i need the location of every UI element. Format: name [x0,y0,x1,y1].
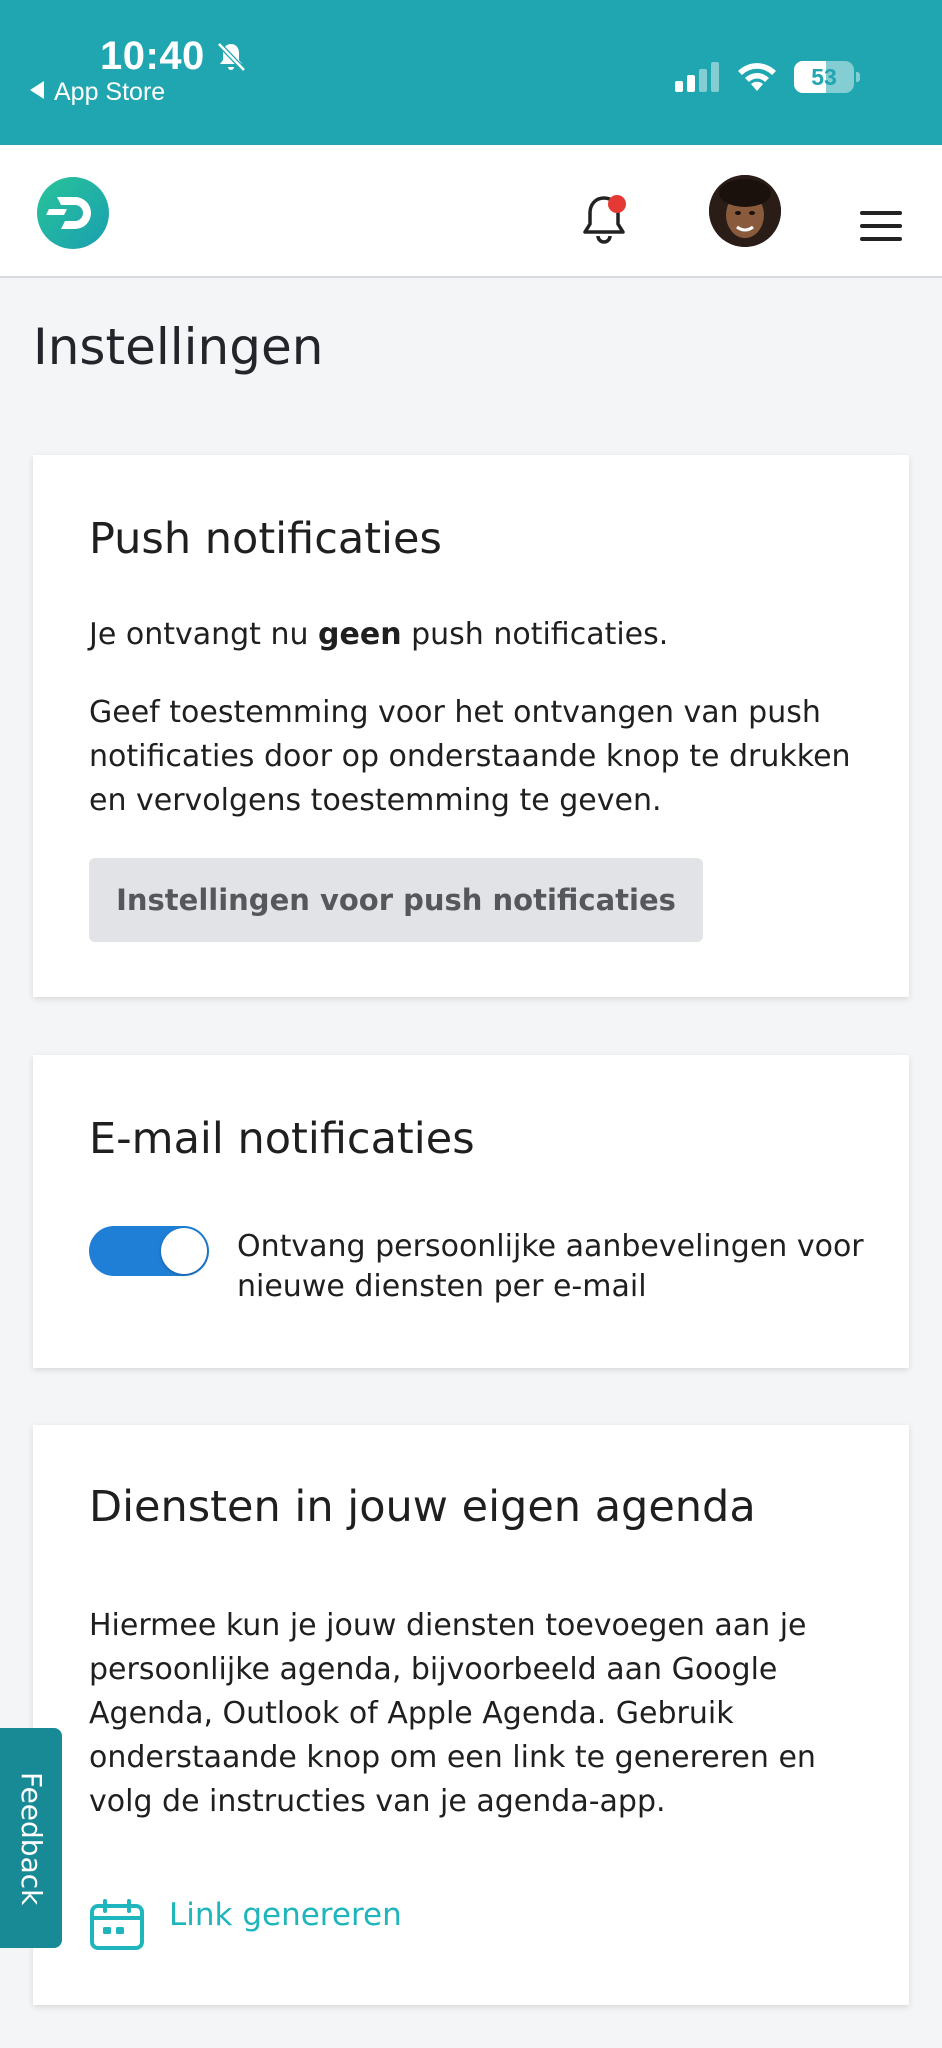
calendar-icon[interactable] [89,1899,145,1951]
feedback-label: Feedback [15,1772,48,1906]
push-title: Push notificaties [89,514,442,564]
hamburger-menu-icon[interactable] [860,211,902,241]
push-settings-button[interactable]: Instellingen voor push notificaties [89,858,703,942]
status-time: 10:40 [100,34,205,78]
agenda-card: Diensten in jouw eigen agenda Hiermee ku… [33,1425,909,2005]
battery-percent: 53 [811,64,837,90]
signal-icon [675,62,719,92]
notification-dot [608,195,626,213]
email-notifications-card: E-mail notificaties Ontvang persoonlijke… [33,1055,909,1368]
back-arrow-icon [30,81,44,99]
push-status-bold: geen [318,617,402,652]
agenda-title: Diensten in jouw eigen agenda [89,1482,756,1532]
back-to-app-store[interactable]: App Store [30,78,165,107]
toggle-knob [161,1228,207,1274]
email-toggle-label: Ontvang persoonlijke aanbevelingen voor … [237,1229,864,1304]
bell-slash-icon [217,42,246,72]
app-header [0,145,942,278]
generate-link-button[interactable]: Link genereren [169,1897,402,1933]
email-recommendations-toggle[interactable] [89,1226,209,1276]
push-status: Je ontvangt nu geen push notificaties. [89,617,669,652]
back-label: App Store [54,78,166,106]
push-description: Geef toestemming voor het ontvangen van … [89,695,851,818]
avatar-photo [709,175,781,247]
status-bar: 10:40 App Store 53 [0,0,942,145]
wifi-icon [738,63,776,91]
battery-icon: 53 [794,61,860,93]
page-title: Instellingen [33,318,324,376]
feedback-tab[interactable]: Feedback [0,1728,62,1948]
email-title: E-mail notificaties [89,1114,475,1164]
push-notifications-card: Push notificaties Je ontvangt nu geen pu… [33,455,909,997]
avatar[interactable] [709,175,781,247]
logo-d-icon[interactable] [37,177,109,249]
agenda-description: Hiermee kun je jouw diensten toevoegen a… [89,1608,816,1819]
